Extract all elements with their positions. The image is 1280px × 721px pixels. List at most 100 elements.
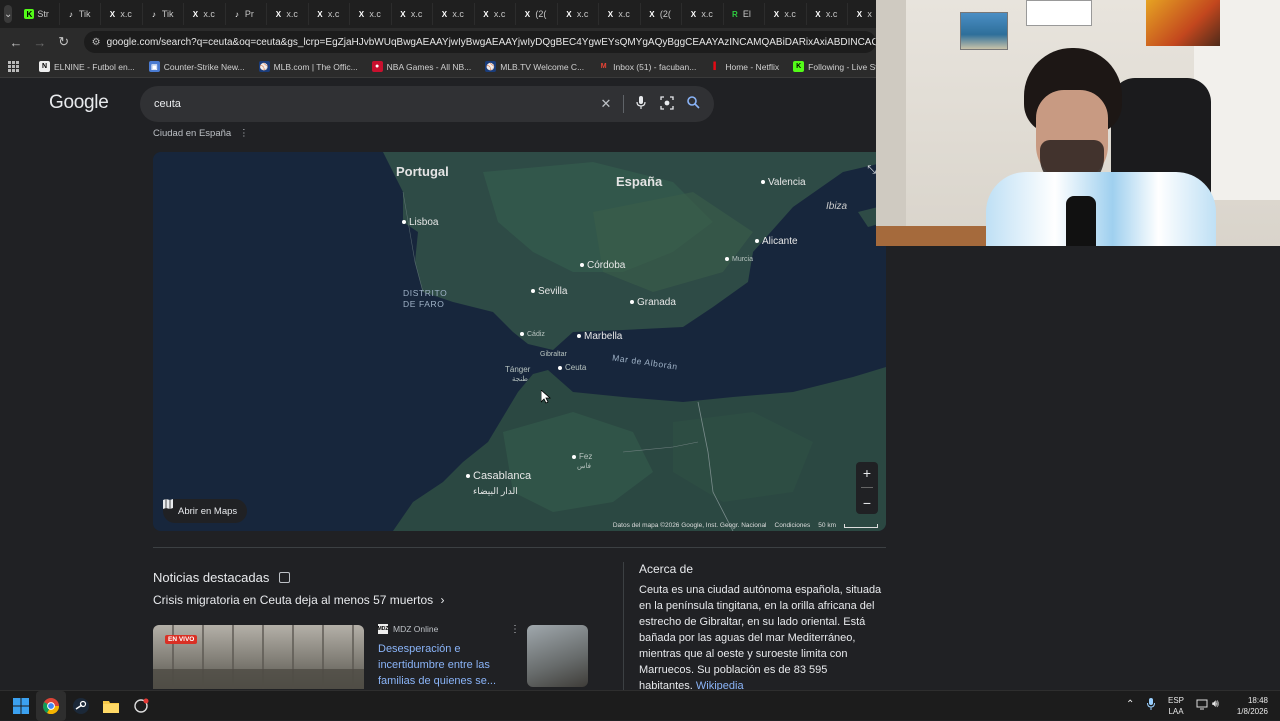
- keyboard-language[interactable]: ESP LAA: [1168, 695, 1184, 717]
- map-label-lisboa: Lisboa: [402, 217, 438, 228]
- browser-tab[interactable]: Xx.c: [433, 3, 475, 25]
- google-logo[interactable]: Google: [49, 92, 109, 114]
- x-favicon-icon: X: [400, 9, 406, 19]
- news-thumbnail-secondary[interactable]: [527, 625, 588, 687]
- tray-microphone-icon[interactable]: [1147, 698, 1155, 710]
- address-bar[interactable]: ⚙ google.com/search?q=ceuta&oq=ceuta&gs_…: [83, 31, 876, 53]
- map-label-alicante: Alicante: [755, 236, 798, 247]
- browser-tab[interactable]: Xx.c: [682, 3, 724, 25]
- browser-tab[interactable]: Xx.c: [599, 3, 641, 25]
- about-text: Ceuta es una ciudad autónoma española, s…: [639, 584, 882, 692]
- bookmark-item[interactable]: ▌ Home - Netflix: [704, 61, 785, 72]
- app-taskbar-icon[interactable]: [126, 691, 156, 721]
- browser-tab[interactable]: Xx.c: [350, 3, 392, 25]
- browser-tab[interactable]: ♪ Pr: [226, 3, 268, 25]
- site-info-icon[interactable]: ⚙: [92, 37, 101, 48]
- map-label-distrito-2: DE FARO: [403, 299, 445, 309]
- tab-label: x.c: [784, 9, 796, 19]
- x-favicon-icon: X: [524, 9, 531, 19]
- reload-icon[interactable]: ↻: [52, 34, 76, 50]
- browser-tab[interactable]: K Str: [18, 3, 60, 25]
- news-thumbnail-main[interactable]: EN VIVO: [153, 625, 364, 689]
- webcam-poster-left: [960, 12, 1008, 50]
- browser-tab[interactable]: Xx.c: [558, 3, 600, 25]
- tab-label: x: [867, 9, 872, 19]
- tab-label: x.c: [369, 9, 381, 19]
- news-story-link[interactable]: Crisis migratoria en Ceuta deja al menos…: [153, 593, 444, 607]
- stories-icon[interactable]: [279, 572, 291, 583]
- tray-chevron-icon[interactable]: ⌃: [1126, 699, 1134, 710]
- browser-tab[interactable]: Xx.c: [267, 3, 309, 25]
- bookmark-item[interactable]: ▣ Counter-Strike New...: [143, 61, 251, 72]
- bookmark-item[interactable]: ⚾ MLB.com | The Offic...: [253, 61, 364, 72]
- news-headline-link[interactable]: Desesperación e incertidumbre entre las …: [378, 641, 506, 689]
- zoom-out-button[interactable]: −: [863, 495, 871, 511]
- x-favicon-icon: X: [815, 9, 821, 19]
- search-input[interactable]: ceuta: [154, 98, 593, 110]
- tiktok-favicon-icon: ♪: [68, 9, 73, 19]
- entity-type: Ciudad en España: [153, 128, 232, 139]
- news-source: MDZ MDZ Online: [378, 624, 438, 634]
- browser-tab[interactable]: ♪ Tik: [143, 3, 185, 25]
- browser-tab[interactable]: X (2(: [641, 3, 683, 25]
- map-panel[interactable]: Portugal España Valencia Ibiza Lisboa Al…: [153, 152, 886, 531]
- news-more-options-icon[interactable]: ⋮: [510, 624, 520, 635]
- x-favicon-icon: X: [109, 9, 116, 19]
- map-conditions-link[interactable]: Condiciones: [775, 522, 811, 529]
- zoom-divider: [861, 487, 873, 489]
- browser-tab[interactable]: ♪ Tik: [60, 3, 102, 25]
- browser-tab[interactable]: Xx.c: [807, 3, 849, 25]
- webcam-door: [876, 0, 906, 246]
- network-icon[interactable]: [1196, 699, 1208, 710]
- gmail-bookmark-icon: M: [600, 63, 607, 70]
- browser-tab[interactable]: X (2(: [516, 3, 558, 25]
- map-label-tanger-ar: طنجة: [512, 376, 528, 383]
- browser-tab[interactable]: Xx.c: [101, 3, 143, 25]
- browser-tab[interactable]: R El: [724, 3, 766, 25]
- map-label-distrito-1: DISTRITO: [403, 288, 448, 298]
- more-options-icon[interactable]: ⋮: [239, 128, 249, 139]
- volume-icon[interactable]: 🔊︎: [1212, 698, 1219, 711]
- windows-start-icon[interactable]: [6, 691, 36, 721]
- x-favicon-icon: X: [690, 9, 697, 19]
- apps-grid-icon[interactable]: [8, 60, 19, 73]
- browser-tab[interactable]: Xx.c: [765, 3, 807, 25]
- news-story-title: Crisis migratoria en Ceuta deja al menos…: [153, 593, 434, 607]
- top-stories-title: Noticias destacadas: [153, 570, 270, 585]
- tab-label: El: [742, 9, 751, 19]
- clear-icon[interactable]: ✕: [593, 96, 619, 112]
- chrome-taskbar-icon[interactable]: [36, 690, 66, 721]
- browser-tab[interactable]: Xx.c: [392, 3, 434, 25]
- map-label-casablanca: Casablanca: [466, 470, 531, 482]
- zoom-in-button[interactable]: +: [863, 465, 871, 481]
- browser-tab[interactable]: Xx.c: [184, 3, 226, 25]
- forward-icon[interactable]: →: [28, 35, 52, 50]
- steam-taskbar-icon[interactable]: [66, 691, 96, 721]
- search-icon[interactable]: [680, 96, 706, 112]
- news-source-name: MDZ Online: [393, 624, 439, 634]
- back-icon[interactable]: ←: [4, 35, 28, 50]
- language-code: ESP: [1168, 696, 1185, 705]
- bookmark-item[interactable]: N ELNINE - Futbol en...: [33, 61, 141, 72]
- section-divider: [153, 547, 886, 548]
- browser-tab[interactable]: Xx.c: [475, 3, 517, 25]
- map-label-marbella: Marbella: [577, 331, 622, 342]
- bookmarks-container: N ELNINE - Futbol en... ▣ Counter-Strike Ne…: [33, 61, 955, 72]
- microphone-icon[interactable]: [628, 95, 654, 113]
- tab-label: x.c: [410, 9, 423, 19]
- open-in-maps-button[interactable]: Abrir en Maps: [163, 499, 248, 523]
- map-label-ceuta: Ceuta: [558, 363, 586, 372]
- bookmark-item[interactable]: ● NBA Games - All NB...: [366, 61, 478, 72]
- browser-tab[interactable]: Xx.c: [309, 3, 351, 25]
- bookmark-label: Counter-Strike New...: [163, 61, 245, 72]
- search-box[interactable]: ceuta ✕: [140, 86, 714, 122]
- lens-icon[interactable]: [654, 95, 680, 113]
- collapse-map-icon[interactable]: ⤡: [867, 164, 876, 177]
- tab-search-button[interactable]: ⌄: [4, 5, 13, 23]
- bookmark-item[interactable]: M Inbox (51) - facuban...: [592, 61, 702, 72]
- file-explorer-icon[interactable]: [96, 691, 126, 721]
- map-label-tanger: Tánger: [505, 365, 531, 374]
- bookmark-item[interactable]: ⚾ MLB.TV Welcome C...: [479, 61, 590, 72]
- clock[interactable]: 18:48 1/8/2026: [1232, 695, 1268, 717]
- webcam-overlay: [876, 0, 1280, 246]
